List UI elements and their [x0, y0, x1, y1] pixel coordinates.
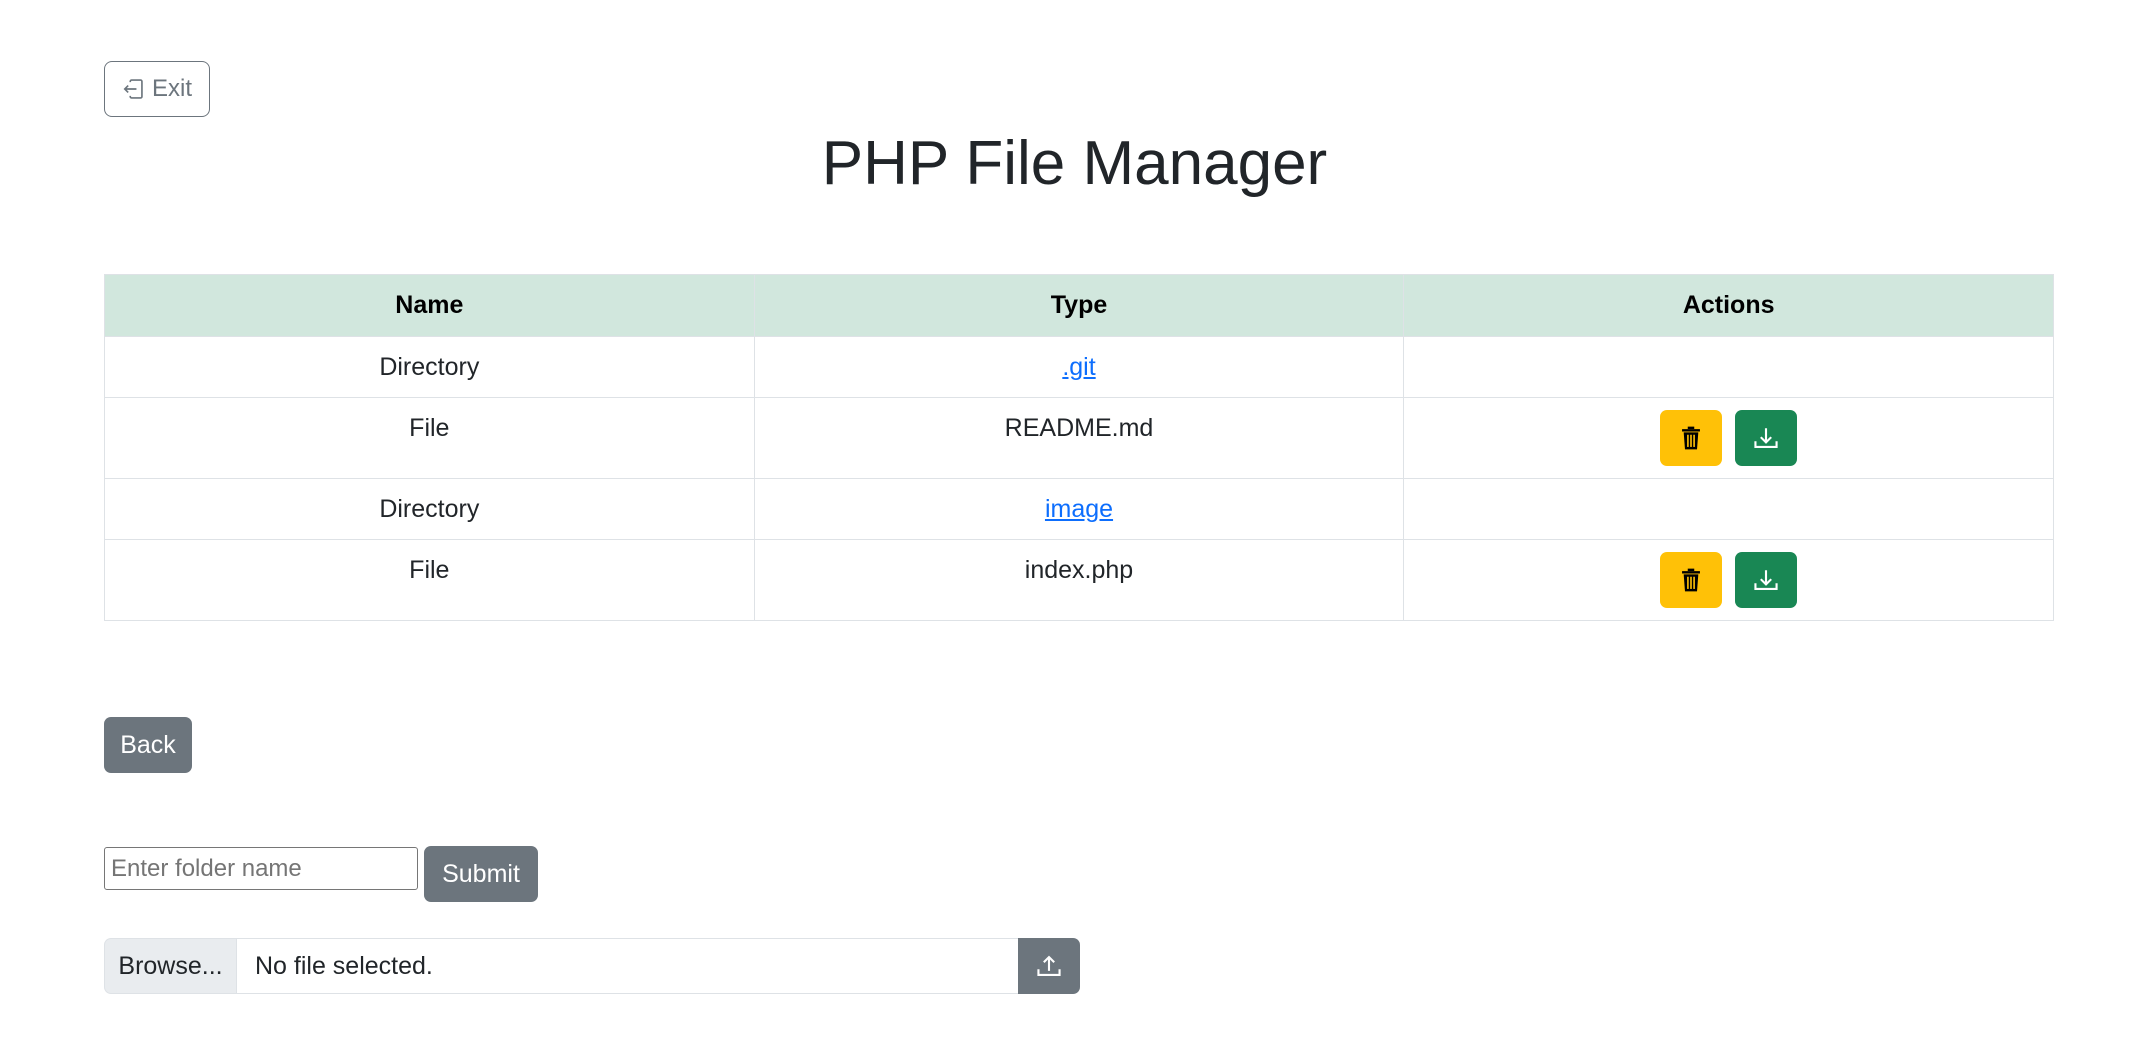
table-row: File index.php: [104, 539, 2054, 621]
cell-type: .git: [753, 336, 1405, 398]
table-header-row: Name Type Actions: [104, 274, 2054, 337]
cell-type: image: [753, 478, 1405, 540]
directory-link-git[interactable]: .git: [1062, 353, 1095, 381]
trash-icon: [1682, 568, 1701, 592]
upload-button[interactable]: [1018, 938, 1080, 994]
cell-actions: [1403, 336, 2054, 398]
cell-type: index.php: [753, 539, 1405, 621]
file-manager-page: Exit PHP File Manager Name Type Actions …: [0, 0, 2149, 1039]
cell-actions: [1403, 397, 2054, 479]
column-header-name: Name: [104, 274, 755, 337]
submit-button[interactable]: Submit: [424, 846, 538, 902]
exit-button[interactable]: Exit: [104, 61, 210, 117]
cell-actions: [1403, 539, 2054, 621]
trash-icon: [1682, 426, 1701, 450]
cell-name: File: [104, 539, 755, 621]
delete-button[interactable]: [1660, 552, 1723, 608]
file-upload-group: Browse... No file selected.: [104, 938, 1080, 994]
browse-button[interactable]: Browse...: [104, 938, 236, 994]
download-button[interactable]: [1735, 552, 1798, 608]
table-row: Directory image: [104, 478, 2054, 540]
table-row: Directory .git: [104, 336, 2054, 398]
delete-button[interactable]: [1660, 410, 1723, 466]
directory-link-image[interactable]: image: [1045, 495, 1113, 523]
column-header-actions: Actions: [1403, 274, 2054, 337]
exit-icon: [123, 79, 143, 99]
cell-name: Directory: [104, 336, 755, 398]
upload-icon: [1037, 955, 1061, 976]
download-icon: [1754, 428, 1778, 448]
cell-actions: [1403, 478, 2054, 540]
cell-name: Directory: [104, 478, 755, 540]
file-table: Name Type Actions Directory .git File RE…: [104, 274, 2054, 621]
table-row: File README.md: [104, 397, 2054, 479]
page-title: PHP File Manager: [821, 129, 1328, 198]
column-header-type: Type: [753, 274, 1405, 337]
download-button[interactable]: [1735, 410, 1798, 466]
download-icon: [1754, 570, 1778, 590]
cell-type: README.md: [753, 397, 1405, 479]
back-button[interactable]: Back: [104, 717, 192, 773]
folder-name-input[interactable]: [104, 847, 418, 890]
cell-name: File: [104, 397, 755, 479]
exit-label: Exit: [151, 75, 192, 102]
file-status[interactable]: No file selected.: [236, 938, 1018, 994]
